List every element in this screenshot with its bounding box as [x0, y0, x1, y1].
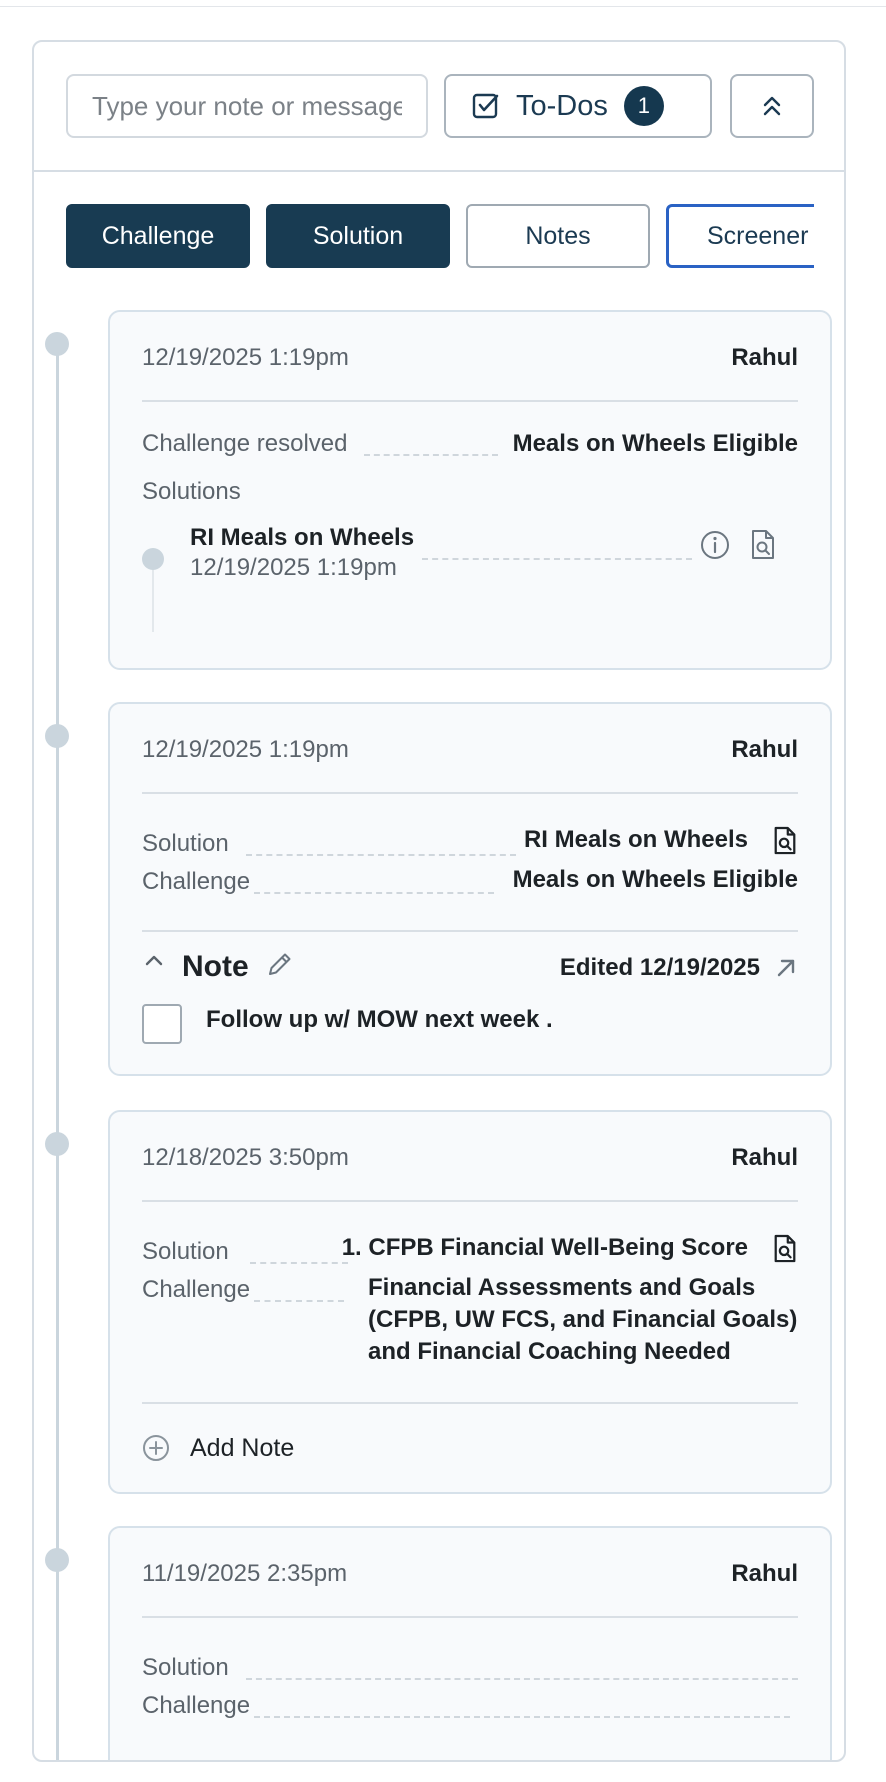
divider — [142, 1200, 798, 1202]
timeline-dot — [45, 332, 69, 356]
timeline-dot — [45, 1132, 69, 1156]
activity-card: 11/19/2025 2:35pm Rahul Solution Challen… — [108, 1526, 832, 1760]
todos-button[interactable]: To-Dos 1 — [444, 74, 712, 138]
plus-circle-icon — [142, 1434, 170, 1462]
solution-date: 12/19/2025 1:19pm — [190, 554, 397, 581]
message-input[interactable] — [66, 74, 428, 138]
top-divider — [0, 6, 886, 7]
leader-dots — [422, 558, 692, 560]
leader-dots — [254, 1716, 790, 1718]
checkbox-checked-icon — [472, 92, 500, 120]
solution-label: Solution — [142, 830, 229, 857]
divider — [142, 1616, 798, 1618]
leader-dots — [364, 454, 498, 456]
filter-screener[interactable]: Screener — [666, 204, 814, 268]
edited-timestamp: Edited 12/19/2025 — [559, 954, 760, 981]
card-author: Rahul — [731, 344, 798, 371]
divider — [142, 400, 798, 402]
timeline-dot — [45, 724, 69, 748]
activity-card: 12/18/2025 3:50pm Rahul Solution 1. CFPB… — [108, 1110, 832, 1494]
divider — [142, 1402, 798, 1404]
divider — [142, 930, 798, 932]
challenge-label: Challenge — [142, 868, 251, 895]
challenge-value-line: (CFPB, UW FCS, and Financial Goals) — [368, 1306, 798, 1333]
leader-dots — [254, 892, 494, 894]
leader-dots — [250, 1262, 348, 1264]
composer-bar: To-Dos 1 — [34, 42, 844, 172]
filter-solution[interactable]: Solution — [266, 204, 450, 268]
collapse-button[interactable] — [730, 74, 814, 138]
challenge-value-line: and Financial Coaching Needed — [368, 1338, 731, 1365]
solution-line — [152, 570, 154, 632]
info-icon[interactable] — [698, 528, 732, 562]
note-title: Note — [182, 950, 249, 983]
solution-label: Solution — [142, 1238, 229, 1265]
divider — [142, 792, 798, 794]
leader-dots — [246, 854, 516, 856]
timeline-dot — [45, 1548, 69, 1572]
pencil-icon[interactable] — [264, 948, 296, 980]
note-checkbox[interactable] — [142, 1004, 182, 1044]
activity-panel: To-Dos 1 Challenge Solution Notes Screen… — [32, 40, 846, 1762]
challenge-label: Challenge — [142, 1692, 251, 1719]
filter-challenge[interactable]: Challenge — [66, 204, 250, 268]
challenge-resolved-label: Challenge resolved — [142, 430, 348, 457]
card-timestamp: 11/19/2025 2:35pm — [142, 1560, 348, 1587]
solution-label: Solution — [142, 1654, 229, 1681]
todos-label: To-Dos — [516, 89, 608, 122]
double-chevron-up-icon — [761, 94, 783, 118]
card-timestamp: 12/19/2025 1:19pm — [142, 736, 349, 763]
solution-dot — [142, 548, 164, 570]
chevron-up-icon[interactable] — [142, 948, 166, 972]
challenge-value-line: Financial Assessments and Goals — [368, 1274, 756, 1301]
card-author: Rahul — [731, 736, 798, 763]
activity-card: 12/19/2025 1:19pm Rahul Challenge resolv… — [108, 310, 832, 670]
leader-dots — [246, 1678, 798, 1680]
card-timestamp: 12/18/2025 3:50pm — [142, 1144, 349, 1171]
solution-name: RI Meals on Wheels — [190, 524, 415, 551]
arrow-up-right-icon[interactable] — [772, 954, 800, 982]
solutions-heading: Solutions — [142, 478, 241, 505]
challenge-value: Meals on Wheels Eligible — [512, 866, 798, 893]
document-search-icon[interactable] — [770, 826, 800, 856]
filter-notes[interactable]: Notes — [466, 204, 650, 268]
challenge-value: Meals on Wheels Eligible — [512, 430, 798, 457]
leader-dots — [254, 1300, 344, 1302]
document-search-icon[interactable] — [746, 528, 780, 562]
challenge-value: Financial Assessments and Goals (CFPB, U… — [368, 1272, 797, 1368]
activity-card: 12/19/2025 1:19pm Rahul Solution RI Meal… — [108, 702, 832, 1076]
todos-count-badge: 1 — [623, 86, 664, 126]
challenge-label: Challenge — [142, 1276, 251, 1303]
solution-value: RI Meals on Wheels — [523, 826, 748, 853]
filter-chips: Challenge Solution Notes Screener — [66, 204, 814, 272]
solution-value: 1. CFPB Financial Well-Being Score — [341, 1234, 748, 1261]
card-timestamp: 12/19/2025 1:19pm — [142, 344, 349, 371]
note-text: Follow up w/ MOW next week . — [206, 1006, 553, 1033]
add-note-label: Add Note — [190, 1434, 295, 1462]
card-author: Rahul — [731, 1144, 798, 1171]
add-note-button[interactable]: Add Note — [142, 1428, 322, 1468]
card-author: Rahul — [731, 1560, 798, 1587]
document-search-icon[interactable] — [770, 1234, 800, 1264]
